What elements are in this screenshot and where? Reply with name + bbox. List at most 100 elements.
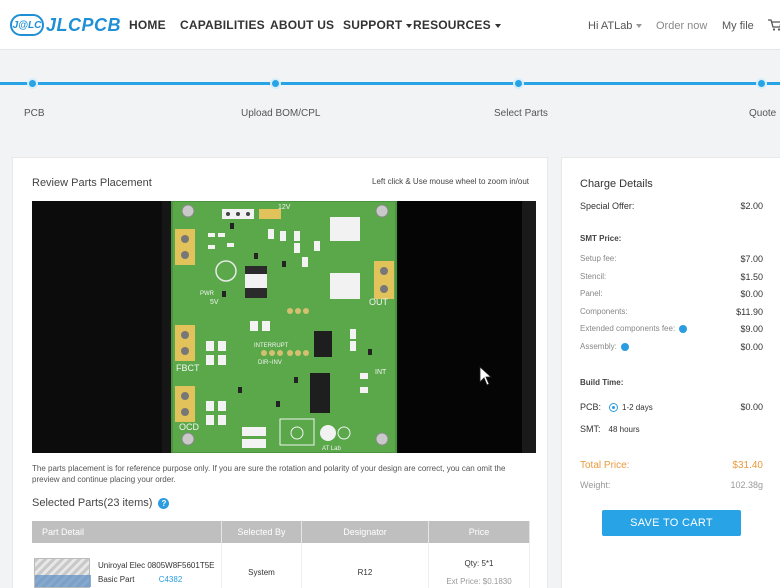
pcb-build-value: $0.00 [740, 402, 763, 412]
components-row: Components: $11.90 [580, 307, 763, 317]
setup-fee-value: $7.00 [740, 254, 763, 264]
radio-selected-icon[interactable] [609, 403, 619, 413]
pcb-label-12v: 12V [278, 204, 291, 211]
panel-value: $0.00 [740, 289, 763, 299]
pcb-label-ocd: OCD [179, 422, 200, 432]
assembly-row: Assembly: $0.00 [580, 342, 763, 352]
nav-my-file[interactable]: My file [722, 20, 754, 32]
smt-build-label: SMT: [580, 424, 601, 434]
part-info: Uniroyal Elec 0805W8F5601T5E Basic Part … [98, 559, 215, 587]
review-panel: Review Parts Placement Left click & Use … [12, 157, 548, 588]
step-dot-quote [756, 78, 767, 89]
help-icon[interactable] [679, 324, 688, 333]
table-row: Uniroyal Elec 0805W8F5601T5E Basic Part … [32, 543, 530, 588]
smt-price-heading: SMT Price: [580, 234, 622, 243]
user-greeting: Hi ATLab [588, 20, 633, 32]
charge-details-panel: Charge Details Special Offer: $2.00 SMT … [561, 157, 780, 588]
user-menu[interactable]: Hi ATLab [588, 20, 643, 32]
pcb-build-row: PCB: 1-2 days $0.00 [580, 402, 763, 413]
parts-table: Part Detail Selected By Designator Price… [32, 521, 530, 588]
pcb-label-dir-inv: DIR~INV [258, 360, 282, 366]
nav-home[interactable]: HOME [129, 18, 166, 32]
col-price: Price [429, 521, 530, 543]
step-dot-pcb [27, 78, 38, 89]
part-name: Uniroyal Elec 0805W8F5601T5E [98, 560, 215, 570]
assembly-label-wrap: Assembly: [580, 342, 629, 352]
col-part-detail: Part Detail [32, 521, 222, 543]
components-value: $11.90 [736, 307, 763, 317]
logo-text: JLCPCB [46, 14, 122, 35]
components-label: Components: [580, 307, 628, 316]
step-label-pcb[interactable]: PCB [24, 108, 45, 119]
stencil-row: Stencil: $1.50 [580, 272, 763, 282]
part-code-link[interactable]: C4382 [159, 575, 183, 584]
part-qty: Qty: 5*1 [464, 558, 494, 568]
charge-details-title: Charge Details [580, 178, 653, 190]
pcb-label-fbct: FBCT [176, 363, 200, 373]
panel-row: Panel: $0.00 [580, 289, 763, 299]
nav-capabilities[interactable]: CAPABILITIES [180, 18, 265, 32]
nav-order-now[interactable]: Order now [656, 20, 707, 32]
extended-fee-label-wrap: Extended components fee: [580, 324, 688, 334]
chevron-down-icon [636, 24, 643, 29]
special-offer-value: $2.00 [740, 201, 763, 211]
pcb-label-5v: 5V [210, 299, 219, 306]
designator-cell: R12 [302, 543, 429, 588]
nav-support-label: SUPPORT [343, 18, 403, 32]
step-progress-line [0, 82, 780, 85]
assembly-label: Assembly: [580, 342, 617, 351]
pcb-label-out: OUT [369, 297, 389, 307]
special-offer-row: Special Offer: $2.00 [580, 201, 763, 211]
review-title: Review Parts Placement [32, 177, 152, 189]
help-icon[interactable] [620, 342, 629, 351]
selected-parts-label: Selected Parts(23 items) [32, 497, 153, 509]
extended-fee-value: $9.00 [740, 324, 763, 334]
pcb-build-option[interactable]: PCB: 1-2 days [580, 402, 653, 413]
step-label-select[interactable]: Select Parts [494, 108, 548, 119]
step-label-quote[interactable]: Quote [749, 108, 776, 119]
total-price-label: Total Price: [580, 460, 630, 471]
total-price-row: Total Price: $31.40 [580, 460, 763, 471]
selected-parts-title: Selected Parts(23 items)? [32, 497, 170, 509]
setup-fee-label: Setup fee: [580, 254, 617, 263]
help-icon[interactable]: ? [158, 497, 170, 509]
stencil-label: Stencil: [580, 272, 607, 281]
nav-resources-label: RESOURCES [413, 18, 491, 32]
parts-table-header: Part Detail Selected By Designator Price [32, 521, 530, 543]
weight-value: 102.38g [730, 480, 763, 490]
smt-build-row: SMT: 48 hours [580, 424, 763, 434]
part-type: Basic Part [98, 574, 135, 584]
pcb-build-days: 1-2 days [622, 403, 653, 412]
part-ext-price: Ext Price: $0.1830 [446, 576, 512, 586]
setup-fee-row: Setup fee: $7.00 [580, 254, 763, 264]
save-to-cart-button[interactable]: SAVE TO CART [602, 510, 741, 536]
step-dot-select [513, 78, 524, 89]
build-time-heading: Build Time: [580, 378, 624, 387]
pcb-label-interrupt: INTERRUPT [254, 343, 289, 349]
total-price-value: $31.40 [732, 460, 763, 471]
pcb-viewer[interactable]: 12V OUT FBCT OCD PWR 5V INTERRUPT DIR~IN… [32, 201, 536, 453]
selected-by-cell: System [222, 543, 302, 588]
panel-label: Panel: [580, 289, 603, 298]
chevron-down-icon [494, 23, 501, 28]
pcb-label-atlab: AT Lab [322, 446, 341, 452]
step-label-upload[interactable]: Upload BOM/CPL [241, 108, 320, 119]
smt-build-option: SMT: 48 hours [580, 424, 640, 434]
weight-row: Weight: 102.38g [580, 480, 763, 490]
cart-icon[interactable] [768, 19, 780, 31]
stencil-value: $1.50 [740, 272, 763, 282]
pcb-label-int: INT [375, 369, 387, 376]
step-dot-upload [270, 78, 281, 89]
part-thumbnail[interactable] [34, 557, 91, 588]
nav-support[interactable]: SUPPORT [343, 18, 413, 32]
zoom-hint: Left click & Use mouse wheel to zoom in/… [372, 177, 529, 186]
extended-fee-row: Extended components fee: $9.00 [580, 324, 763, 334]
assembly-value: $0.00 [740, 342, 763, 352]
smt-build-hours: 48 hours [608, 425, 640, 434]
col-selected-by: Selected By [222, 521, 302, 543]
nav-about-us[interactable]: ABOUT US [270, 18, 334, 32]
price-cell: Qty: 5*1 Ext Price: $0.1830 [429, 543, 530, 588]
extended-fee-label: Extended components fee: [580, 324, 676, 333]
nav-resources[interactable]: RESOURCES [413, 18, 501, 32]
jlcpcb-logo[interactable]: J@LC JLCPCB [10, 12, 121, 38]
